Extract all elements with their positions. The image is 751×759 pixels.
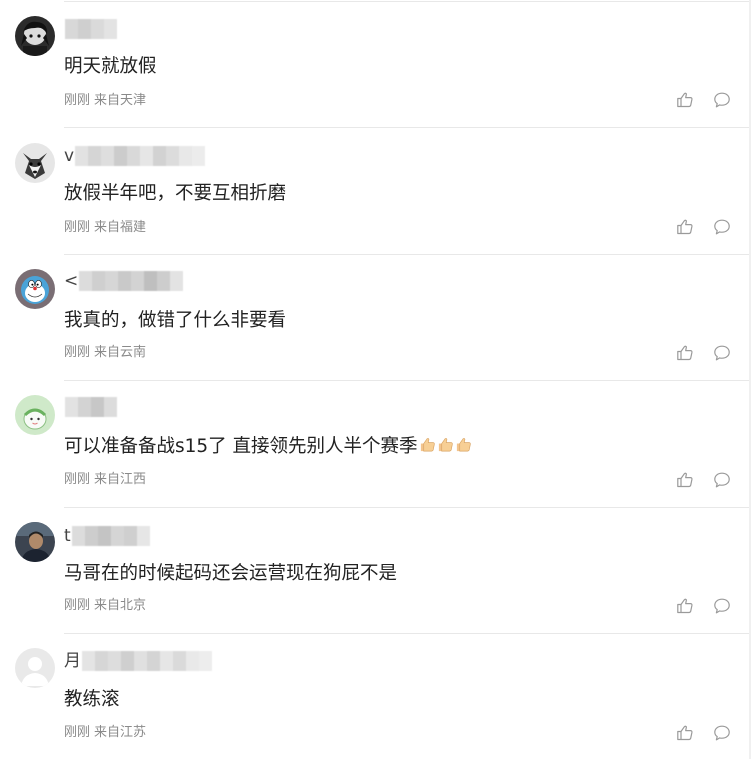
thumbs-up-icon	[677, 725, 693, 741]
username-redacted	[71, 526, 150, 546]
comment-meta: 刚刚 来自云南	[64, 344, 146, 362]
comment-location: 来自天津	[94, 93, 147, 108]
username-initial: <	[64, 271, 79, 291]
comment-time: 刚刚	[64, 220, 91, 235]
reply-button[interactable]	[713, 218, 731, 236]
comment-divider	[64, 127, 749, 128]
comment-meta: 刚刚 来自福建	[64, 219, 146, 237]
username-initial: v	[64, 146, 75, 166]
comment-location: 来自云南	[94, 345, 147, 360]
avatar[interactable]	[15, 395, 55, 435]
avatar[interactable]	[15, 143, 55, 183]
like-button[interactable]	[676, 91, 694, 109]
speech-bubble-icon	[714, 92, 730, 108]
thumbs-up-icon	[677, 598, 693, 614]
comment-time: 刚刚	[64, 598, 91, 613]
speech-bubble-icon	[714, 345, 730, 361]
reply-button[interactable]	[713, 91, 731, 109]
comment-meta: 刚刚 来自北京	[64, 597, 146, 615]
reply-button[interactable]	[713, 471, 731, 489]
username-redacted	[75, 146, 206, 166]
comment-item: 明天就放假 刚刚 来自天津	[0, 0, 751, 126]
speech-bubble-icon	[714, 725, 730, 741]
thumbs-up-emoji	[456, 438, 471, 452]
comment-text: 明天就放假	[64, 56, 157, 77]
comment-item: 可以准备备战s15了 直接领先别人半个赛季 刚刚 来自江西	[0, 380, 751, 506]
comment-meta: 刚刚 来自江苏	[64, 724, 146, 742]
username-initial: 月	[64, 651, 81, 671]
like-button[interactable]	[676, 218, 694, 236]
comment-location: 来自江苏	[94, 725, 147, 740]
thumbs-up-icon	[677, 345, 693, 361]
comment-divider	[64, 380, 749, 381]
comment-time: 刚刚	[64, 725, 91, 740]
like-button[interactable]	[676, 724, 694, 742]
speech-bubble-icon	[714, 472, 730, 488]
comment-text: 马哥在的时候起码还会运营现在狗屁不是	[64, 563, 398, 584]
username-redacted	[65, 19, 117, 39]
username[interactable]	[64, 396, 117, 418]
comment-item: t 马哥在的时候起码还会运营现在狗屁不是 刚刚 来自北京	[0, 507, 751, 633]
comment-meta: 刚刚 来自江西	[64, 471, 146, 489]
comment-meta: 刚刚 来自天津	[64, 92, 146, 110]
reply-button[interactable]	[713, 597, 731, 615]
comment-item: v 放假半年吧，不要互相折磨 刚刚 来自福建	[0, 127, 751, 253]
comment-location: 来自江西	[94, 472, 147, 487]
reply-button[interactable]	[713, 344, 731, 362]
avatar[interactable]	[15, 648, 55, 688]
comment-text-content: 可以准备备战s15了 直接领先别人半个赛季	[64, 436, 418, 457]
comment-divider	[64, 633, 749, 634]
comment-location: 来自北京	[94, 598, 147, 613]
username-redacted	[82, 651, 212, 671]
avatar[interactable]	[15, 16, 55, 56]
username[interactable]	[64, 18, 117, 40]
speech-bubble-icon	[714, 219, 730, 235]
username[interactable]: <	[64, 270, 184, 292]
comment-divider	[64, 254, 749, 255]
username-initial: t	[64, 526, 71, 546]
username[interactable]: 月	[64, 650, 212, 672]
speech-bubble-icon	[714, 598, 730, 614]
comment-text: 可以准备备战s15了 直接领先别人半个赛季	[64, 434, 472, 460]
comment-text: 放假半年吧，不要互相折磨	[64, 183, 287, 204]
comment-text: 教练滚	[64, 689, 120, 710]
comment-divider	[64, 507, 749, 508]
username-redacted	[79, 271, 184, 291]
avatar[interactable]	[15, 522, 55, 562]
thumbs-up-emoji	[420, 438, 435, 452]
comment-time: 刚刚	[64, 345, 91, 360]
thumbs-up-icon	[677, 219, 693, 235]
comment-item: 月 教练滚 刚刚 来自江苏	[0, 633, 751, 759]
comment-text: 我真的，做错了什么非要看	[64, 310, 287, 331]
comment-item: < 我真的，做错了什么非要看 刚刚 来自云南	[0, 254, 751, 380]
comment-time: 刚刚	[64, 93, 91, 108]
username[interactable]: v	[64, 145, 206, 167]
username[interactable]: t	[64, 525, 150, 547]
like-button[interactable]	[676, 344, 694, 362]
thumbs-up-emoji	[438, 438, 453, 452]
like-button[interactable]	[676, 471, 694, 489]
comment-location: 来自福建	[94, 220, 147, 235]
like-button[interactable]	[676, 597, 694, 615]
comment-divider	[64, 1, 749, 2]
thumbs-up-icon	[677, 92, 693, 108]
thumbs-up-icon	[677, 472, 693, 488]
username-redacted	[65, 397, 117, 417]
reply-button[interactable]	[713, 724, 731, 742]
avatar[interactable]	[15, 269, 55, 309]
comment-time: 刚刚	[64, 472, 91, 487]
